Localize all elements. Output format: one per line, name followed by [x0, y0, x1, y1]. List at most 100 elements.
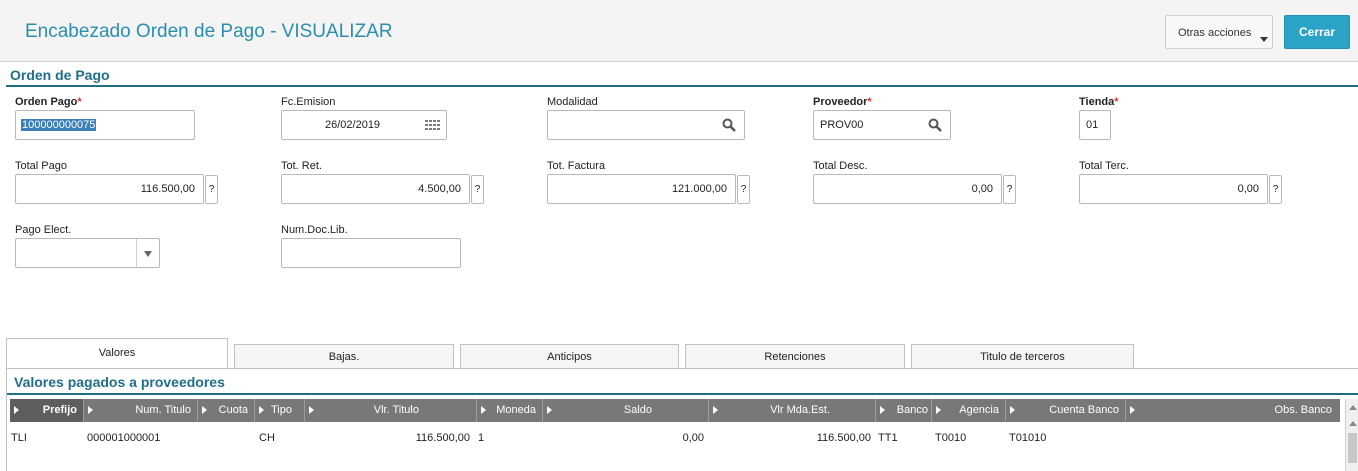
tot-factura-value: 121.000,00 [671, 183, 727, 195]
total-pago-field[interactable]: 116.500,00 [15, 174, 204, 204]
search-icon[interactable] [722, 118, 736, 132]
pago-elect-select[interactable] [15, 238, 160, 268]
col-label: Tipo [271, 404, 292, 416]
tienda-field[interactable]: 01 [1079, 110, 1111, 140]
more-actions-button[interactable]: Otras acciones [1165, 15, 1273, 49]
col-cuenta-banco[interactable]: Cuenta Banco [1006, 399, 1126, 422]
num-doc-lib-label: Num.Doc.Lib. [281, 224, 348, 236]
grid-title-divider [7, 393, 1358, 395]
total-pago-help-button[interactable]: ? [205, 175, 218, 204]
fc-emision-value: 26/02/2019 [325, 119, 381, 131]
required-marker: * [77, 96, 82, 108]
tab-valores[interactable]: Valores [6, 338, 228, 369]
total-terc-help-button[interactable]: ? [1269, 175, 1282, 204]
cell-vlr-titulo: 116.500,00 [415, 432, 470, 444]
sort-arrow-icon [309, 406, 314, 414]
col-label: Vlr Mda.Est. [770, 404, 830, 416]
cell-vlr-mda-est: 116.500,00 [816, 432, 871, 444]
sort-arrow-icon [713, 406, 718, 414]
cell-cuenta-banco: T01010 [1009, 432, 1047, 444]
col-tipo[interactable]: Tipo [255, 399, 305, 422]
chevron-down-icon[interactable] [144, 251, 152, 257]
tab-retenciones[interactable]: Retenciones [685, 344, 905, 369]
tienda-value: 01 [1086, 119, 1099, 131]
sort-arrow-icon [202, 406, 207, 414]
col-label: Cuota [218, 404, 248, 416]
sort-arrow-icon [259, 406, 264, 414]
fc-emision-label: Fc.Emision [281, 96, 336, 108]
total-desc-field[interactable]: 0,00 [813, 174, 1002, 204]
select-separator [136, 239, 137, 267]
page-header: Encabezado Orden de Pago - VISUALIZAR Ot… [0, 0, 1358, 62]
tot-ret-field[interactable]: 4.500,00 [281, 174, 470, 204]
tot-factura-help-button[interactable]: ? [737, 175, 750, 204]
cell-agencia: T0010 [935, 432, 967, 444]
section-divider [6, 85, 1358, 87]
tab-titulo-de-terceros[interactable]: Titulo de terceros [911, 344, 1134, 369]
search-icon[interactable] [928, 118, 942, 132]
cell-num-titulo: 000001000001 [87, 432, 161, 444]
col-num-titulo[interactable]: Num. Titulo [84, 399, 198, 422]
total-pago-label: Total Pago [15, 160, 67, 172]
grid-scrollbar[interactable] [1345, 399, 1358, 471]
proveedor-field[interactable]: PROV00 [813, 110, 951, 140]
tot-ret-help-button[interactable]: ? [471, 175, 484, 204]
col-vlr-titulo[interactable]: Vlr. Titulo [305, 399, 477, 422]
tot-factura-field[interactable]: 121.000,00 [547, 174, 736, 204]
tienda-label-text: Tienda [1079, 96, 1115, 108]
caret-down-icon [1260, 37, 1268, 42]
total-desc-value: 0,00 [971, 183, 993, 195]
col-label: Vlr. Titulo [373, 404, 419, 416]
orden-pago-value: 100000000075 [21, 119, 97, 131]
sort-arrow-icon [481, 406, 486, 414]
col-agencia[interactable]: Agencia [932, 399, 1006, 422]
cell-banco: TT1 [878, 432, 898, 444]
sort-arrow-icon [14, 406, 19, 414]
fc-emision-field[interactable]: 26/02/2019 [281, 110, 447, 140]
col-banco[interactable]: Banco [876, 399, 932, 422]
tab-bajas[interactable]: Bajas. [234, 344, 454, 369]
grid-title: Valores pagados a proveedores [14, 374, 225, 390]
col-label: Obs. Banco [1274, 404, 1332, 416]
col-saldo[interactable]: Saldo [543, 399, 709, 422]
scroll-up-icon[interactable] [1349, 405, 1357, 410]
orden-pago-field[interactable]: 100000000075 [15, 110, 195, 140]
proveedor-label: Proveedor* [813, 96, 872, 108]
more-actions-label: Otras acciones [1178, 27, 1252, 39]
required-marker: * [1114, 96, 1119, 108]
tab-anticipos[interactable]: Anticipos [460, 344, 679, 369]
col-cuota[interactable]: Cuota [198, 399, 255, 422]
col-label: Num. Titulo [135, 404, 191, 416]
proveedor-label-text: Proveedor [813, 96, 868, 108]
cell-moneda: 1 [478, 432, 485, 444]
scrollbar-thumb[interactable] [1348, 433, 1357, 463]
cell-prefijo: TLI [11, 432, 27, 444]
col-label: Cuenta Banco [1049, 404, 1119, 416]
scroll-up-icon[interactable] [1349, 421, 1357, 426]
col-moneda[interactable]: Moneda [477, 399, 543, 422]
col-label: Banco [896, 404, 928, 416]
tot-ret-label: Tot. Ret. [281, 160, 322, 172]
orden-pago-label: Orden Pago* [15, 96, 82, 108]
calendar-icon[interactable] [425, 120, 440, 131]
sort-arrow-icon [88, 406, 93, 414]
close-button[interactable]: Cerrar [1284, 15, 1350, 49]
num-doc-lib-field[interactable] [281, 238, 461, 268]
total-terc-value: 0,00 [1237, 183, 1259, 195]
col-obs-banco[interactable]: Obs. Banco [1126, 399, 1340, 422]
sort-arrow-icon [936, 406, 941, 414]
total-desc-help-button[interactable]: ? [1003, 175, 1016, 204]
col-prefijo[interactable]: Prefijo [10, 399, 84, 422]
modalidad-field[interactable] [547, 110, 745, 140]
total-desc-label: Total Desc. [813, 160, 868, 172]
col-label: Saldo [623, 404, 652, 416]
page-title: Encabezado Orden de Pago - VISUALIZAR [25, 21, 393, 42]
col-vlr-mda-est[interactable]: Vlr Mda.Est. [709, 399, 876, 422]
total-terc-field[interactable]: 0,00 [1079, 174, 1268, 204]
proveedor-value: PROV00 [820, 119, 864, 131]
tot-factura-label: Tot. Factura [547, 160, 606, 172]
required-marker: * [867, 96, 872, 108]
cell-tipo: CH [259, 432, 275, 444]
tot-ret-value: 4.500,00 [418, 183, 461, 195]
values-grid-panel: Valores pagados a proveedores Prefijo Nu… [6, 369, 1358, 471]
